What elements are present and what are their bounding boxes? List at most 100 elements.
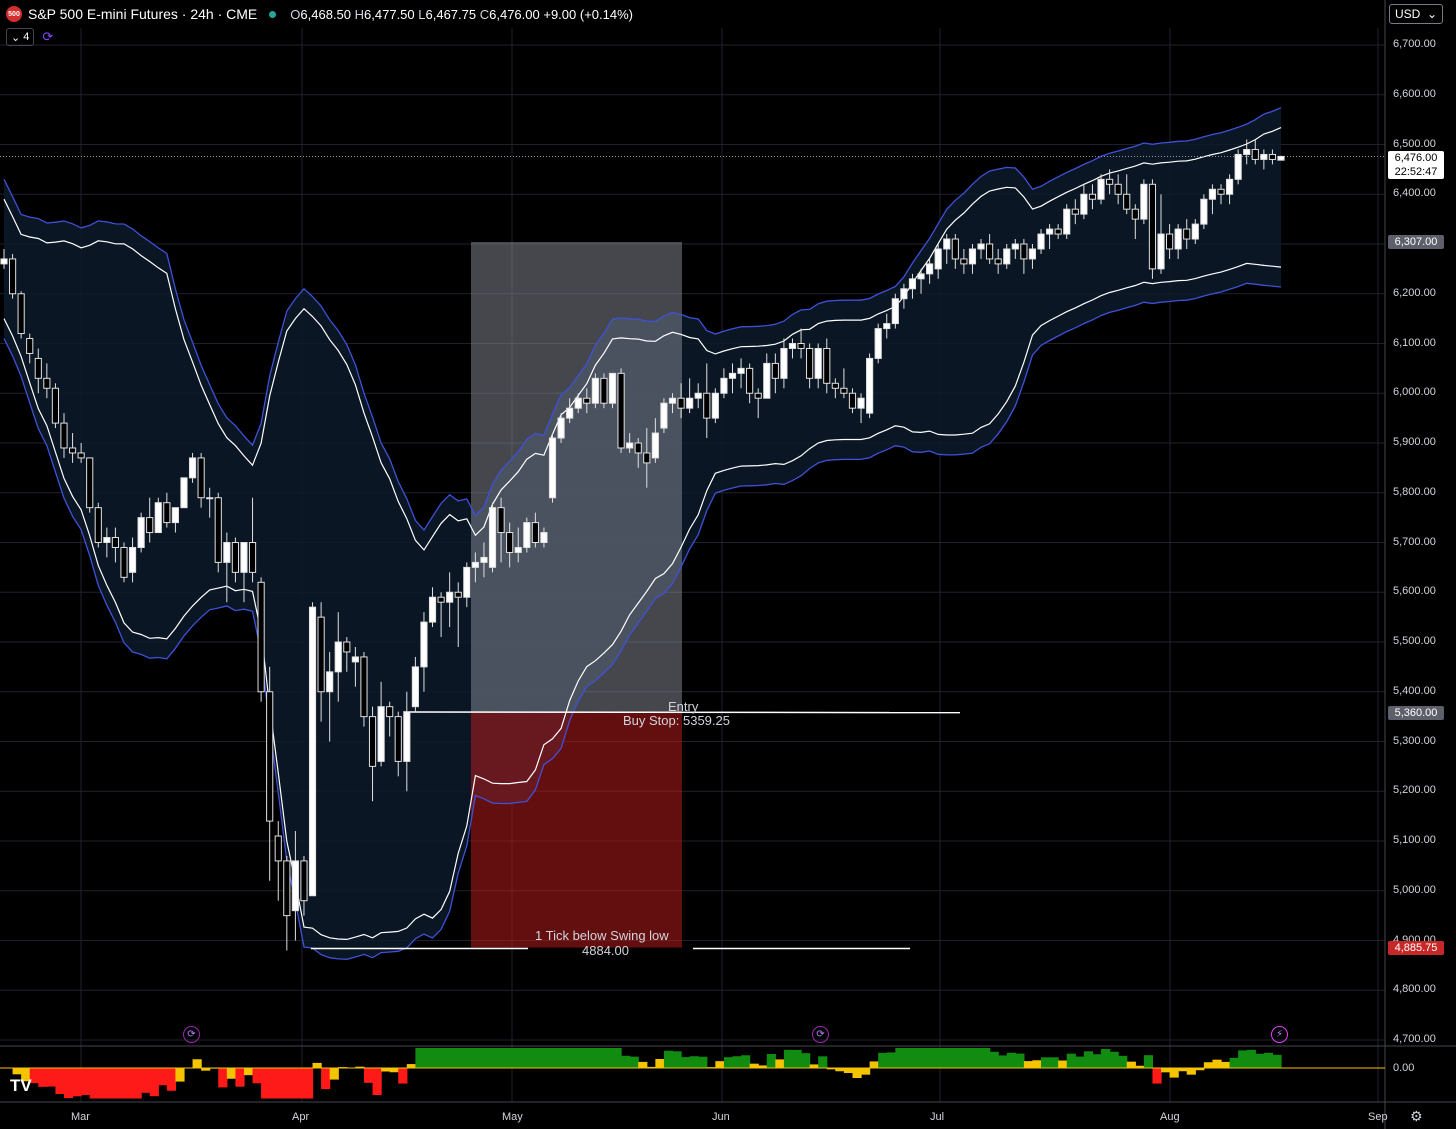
symbol-badge[interactable]: 500 [6,6,22,22]
osc-bar-1 [12,1068,22,1075]
event-icon-2[interactable]: ⟳ [812,1026,829,1043]
osc-bar-135 [1161,1068,1171,1073]
currency-select[interactable]: USD ⌄ [1389,4,1443,24]
price-axis-label: 5,300.00 [1393,734,1436,747]
candle-body-29 [248,542,257,573]
osc-bar-59 [509,1048,519,1069]
osc-bar-144 [1238,1050,1248,1069]
alert-flash-icon[interactable]: ⚡ [1271,1026,1288,1043]
candle-body-91 [780,347,788,379]
ohlc-readout: O6,468.50 H6,477.50 L6,467.75 C6,476.00 … [290,6,633,22]
candle-body-5 [43,377,51,389]
price-axis-label: 5,500.00 [1393,635,1436,647]
candle-body-88 [754,392,762,399]
osc-bar-121 [1041,1057,1051,1069]
osc-bar-114 [981,1048,991,1069]
chart-canvas[interactable] [0,0,1456,1129]
osc-bar-43 [372,1068,382,1095]
osc-bar-66 [569,1048,579,1069]
osc-bar-104 [895,1048,905,1069]
candle-body-66 [566,407,574,419]
candle-body-99 [848,392,857,409]
price-axis-label: 6,600.00 [1393,87,1436,100]
osc-bar-112 [963,1048,974,1069]
candle-body-12 [103,537,111,544]
symbol-title[interactable]: S&P 500 E-mini Futures · 24h · CME [28,6,257,22]
osc-bar-100 [861,1068,871,1075]
candle-body-122 [1046,228,1054,235]
candle-body-141 [1208,188,1217,200]
osc-bar-12 [106,1068,117,1099]
osc-bar-102 [878,1052,888,1069]
candle-body-103 [883,323,891,330]
candle-body-4 [34,357,42,379]
candle-body-63 [540,532,548,543]
osc-bar-84 [723,1057,734,1069]
candle-body-16 [137,517,145,548]
osc-bar-29 [252,1068,262,1084]
candle-body-32 [274,835,282,862]
candle-body-71 [608,372,617,404]
candle-body-38 [326,671,334,693]
entry-label: Buy Stop: 5359.25 [623,713,730,728]
stop-value: 4884.00 [582,943,629,958]
indicator-collapse-button[interactable]: ⌄ 4 [6,28,35,46]
candle-body-17 [146,517,154,534]
osc-bar-98 [843,1068,854,1073]
osc-bar-26 [226,1068,237,1079]
price-tag-entry: 5,360.00 [1388,706,1444,720]
event-icon-1[interactable]: ⟳ [183,1026,200,1043]
candle-body-31 [266,691,274,822]
candle-body-61 [523,522,531,548]
candle-body-98 [840,387,848,394]
candle-body-14 [120,546,128,578]
candle-body-137 [1174,228,1182,250]
candle-body-100 [857,397,865,409]
osc-bar-53 [458,1048,468,1069]
candle-body-106 [908,278,917,290]
candle-body-54 [463,566,471,598]
osc-bar-34 [295,1068,305,1099]
osc-bar-56 [483,1048,494,1069]
candle-body-42 [360,656,368,718]
candle-body-83 [711,392,719,419]
candle-body-124 [1063,208,1071,235]
price-axis-label: 6,500.00 [1393,137,1436,150]
price-axis-label: 5,900.00 [1393,436,1436,448]
osc-bar-33 [286,1068,296,1099]
osc-bar-60 [518,1048,528,1069]
osc-bar-27 [235,1068,245,1087]
candle-body-90 [771,362,779,379]
osc-bar-49 [423,1048,434,1069]
candle-body-102 [874,328,882,359]
stop-zone [471,711,682,948]
osc-bar-95 [818,1056,828,1069]
osc-bar-117 [1006,1052,1016,1069]
candle-body-76 [651,432,659,459]
osc-bar-77 [663,1050,674,1069]
candle-body-85 [728,372,737,379]
gear-icon[interactable]: ⚙ [1410,1108,1423,1125]
candle-body-47 [403,711,411,762]
price-axis-label: 4,700.00 [1393,1033,1436,1045]
osc-bar-122 [1049,1057,1059,1069]
osc-bar-103 [886,1052,896,1069]
candle-body-13 [111,537,120,548]
osc-bar-31 [269,1068,279,1099]
sync-icon[interactable]: ⟳ [42,30,56,44]
candle-body-50 [428,596,437,623]
candle-body-123 [1054,228,1062,235]
candle-body-120 [1028,248,1037,260]
osc-bar-147 [1263,1052,1274,1069]
osc-bar-15 [132,1068,142,1099]
osc-bar-58 [501,1048,511,1069]
candle-body-115 [986,243,994,260]
osc-bar-105 [903,1048,914,1069]
candle-body-96 [823,347,831,384]
osc-bar-28 [243,1068,254,1076]
candle-body-8 [68,447,77,454]
candle-body-114 [977,243,985,250]
osc-bar-113 [972,1048,982,1069]
candle-body-39 [334,641,342,673]
osc-bar-62 [535,1048,545,1069]
